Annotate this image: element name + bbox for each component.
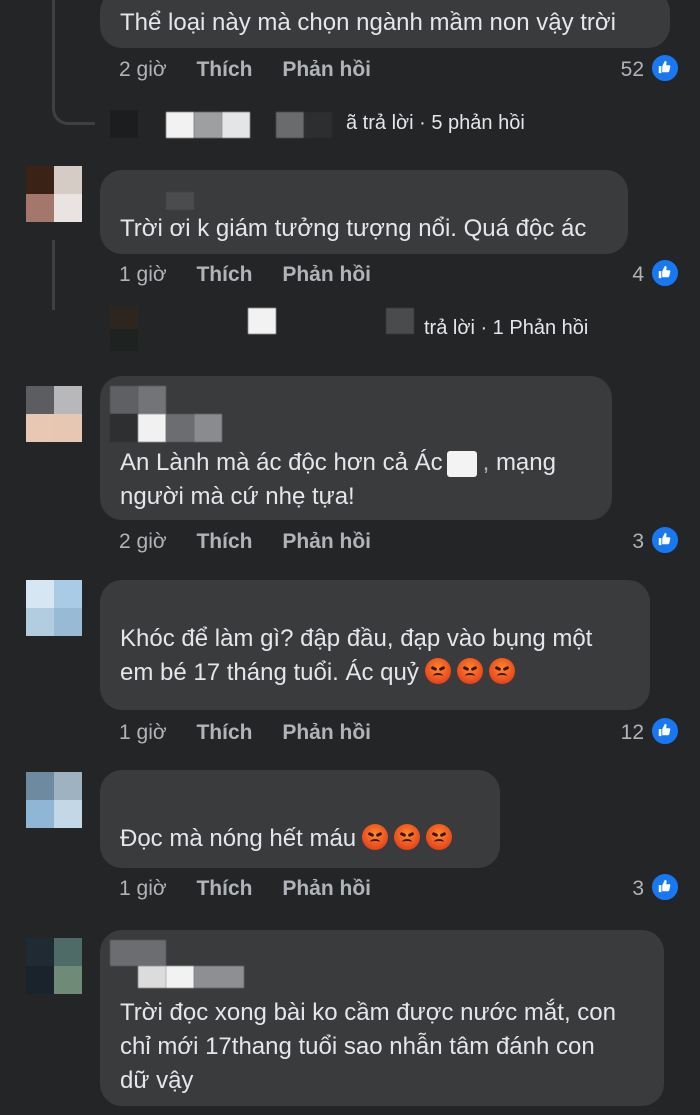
redacted-author (194, 966, 244, 988)
comment-text: Khóc để làm gì? đập đầu, đạp vào bụng mộ… (120, 622, 632, 690)
redacted-author (166, 192, 194, 210)
like-count: 3 (632, 877, 644, 900)
comment-text: An Lành mà ác độc hơn cả Ác, mạng người … (120, 449, 556, 510)
reply-button[interactable]: Phản hồi (282, 58, 371, 81)
comment-text: Thể loại này mà chọn ngành mầm non vậy t… (120, 9, 616, 36)
reply-avatar (110, 110, 138, 138)
comment-text-part: em bé 17 tháng tuổi. Ác quỷ (120, 659, 419, 686)
comment-bubble[interactable]: Thể loại này mà chọn ngành mầm non vậy t… (100, 0, 670, 48)
like-count: 3 (632, 530, 644, 553)
comment-text: Đọc mà nóng hết máu (120, 822, 482, 856)
like-count: 4 (632, 263, 644, 286)
comment-bubble[interactable]: Khóc để làm gì? đập đầu, đạp vào bụng mộ… (100, 580, 650, 710)
comment-time: 2 giờ (119, 530, 167, 553)
comment-meta: 2 giờ Thích Phản hồi (119, 55, 371, 85)
thread-line (52, 0, 55, 110)
replies-summary[interactable]: ã trả lời · 5 phản hồi (110, 108, 610, 138)
comment-meta: 1 giờ Thích Phản hồi (119, 874, 371, 904)
comment-text: Trời ơi k giám tưởng tượng nổi. Quá độc … (120, 215, 587, 242)
comment-text-part: dữ vậy (120, 1067, 194, 1094)
reaction-count[interactable]: 3 (632, 872, 680, 904)
comment-text-part: Trời đọc xong bài ko cầm được nước mắt, … (120, 999, 616, 1026)
replies-summary-text: trả lời · 1 Phản hồi (424, 317, 589, 339)
comment-time: 1 giờ (119, 721, 167, 744)
thread-connector (52, 100, 95, 125)
redacted-name (304, 112, 332, 138)
redacted-name (222, 112, 250, 138)
thread-line (52, 240, 55, 310)
angry-face-emoji (426, 823, 453, 850)
comment-bubble[interactable]: Trời ơi k giám tưởng tượng nổi. Quá độc … (100, 170, 628, 254)
comment-time: 1 giờ (119, 877, 167, 900)
thumbs-up-icon (650, 872, 680, 903)
thumbs-up-icon (650, 525, 680, 556)
reply-button[interactable]: Phản hồi (282, 721, 371, 744)
reaction-count[interactable]: 3 (632, 525, 680, 557)
redacted-author (110, 940, 166, 966)
comment-text-part: Đọc mà nóng hết máu (120, 825, 357, 852)
redacted-author (138, 414, 166, 442)
reaction-count[interactable]: 12 (620, 716, 680, 748)
redacted-word (446, 450, 477, 477)
comment-text: Trời đọc xong bài ko cầm được nước mắt, … (120, 996, 646, 1098)
reaction-count[interactable]: 52 (620, 53, 680, 85)
avatar[interactable] (26, 772, 82, 828)
redacted-name (276, 112, 304, 138)
reply-button[interactable]: Phản hồi (282, 877, 371, 900)
avatar[interactable] (26, 938, 82, 994)
comment-text-part: chỉ mới 17thang tuổi sao nhẫn tâm đánh c… (120, 1033, 595, 1060)
comment-text-part: người mà cứ nhẹ tựa! (120, 483, 355, 510)
thumbs-up-icon (650, 53, 680, 84)
comment-text-part: An Lành mà ác độc hơn cả Ác (120, 449, 443, 476)
like-button[interactable]: Thích (196, 58, 252, 81)
avatar[interactable] (26, 580, 82, 636)
like-count: 52 (620, 58, 644, 81)
comment-meta: 2 giờ Thích Phản hồi (119, 527, 371, 557)
thumbs-up-icon (650, 258, 680, 289)
comment-bubble[interactable]: An Lành mà ác độc hơn cả Ác, mạng người … (100, 376, 612, 520)
comment-text-part: Khóc để làm gì? đập đầu, đạp vào bụng mộ… (120, 625, 593, 652)
redacted-name (166, 112, 194, 138)
redacted-name (386, 308, 414, 334)
comment-time: 2 giờ (119, 58, 167, 81)
comment-bubble[interactable]: Trời đọc xong bài ko cầm được nước mắt, … (100, 930, 664, 1106)
replies-summary[interactable]: trả lời · 1 Phản hồi (110, 307, 630, 351)
reply-button[interactable]: Phản hồi (282, 530, 371, 553)
redacted-author (138, 966, 166, 988)
redacted-author (194, 414, 222, 442)
redacted-author (166, 414, 194, 442)
redacted-author (110, 414, 138, 442)
avatar[interactable] (26, 386, 82, 442)
reply-avatar (110, 329, 138, 351)
like-button[interactable]: Thích (196, 530, 252, 553)
redacted-author (110, 386, 138, 414)
comment-meta: 1 giờ Thích Phản hồi (119, 260, 371, 290)
reply-button[interactable]: Phản hồi (282, 263, 371, 286)
like-count: 12 (620, 721, 644, 744)
angry-face-emoji (456, 657, 483, 684)
redacted-name (194, 112, 222, 138)
like-button[interactable]: Thích (196, 877, 252, 900)
angry-face-emoji (362, 823, 389, 850)
reply-avatar (110, 307, 138, 329)
angry-face-emoji (488, 657, 515, 684)
comment-text-part: mạng (495, 449, 556, 476)
redacted-author (138, 386, 166, 414)
avatar[interactable] (26, 166, 82, 222)
like-button[interactable]: Thích (196, 721, 252, 744)
angry-face-emoji (424, 657, 451, 684)
redacted-author (166, 966, 194, 988)
replies-summary-text: ã trả lời · 5 phản hồi (346, 112, 525, 134)
reaction-count[interactable]: 4 (632, 258, 680, 290)
like-button[interactable]: Thích (196, 263, 252, 286)
comment-meta: 1 giờ Thích Phản hồi (119, 718, 371, 748)
angry-face-emoji (394, 823, 421, 850)
comment-bubble[interactable]: Đọc mà nóng hết máu (100, 770, 500, 868)
thumbs-up-icon (650, 716, 680, 747)
redacted-name (248, 308, 276, 334)
comment-time: 1 giờ (119, 263, 167, 286)
